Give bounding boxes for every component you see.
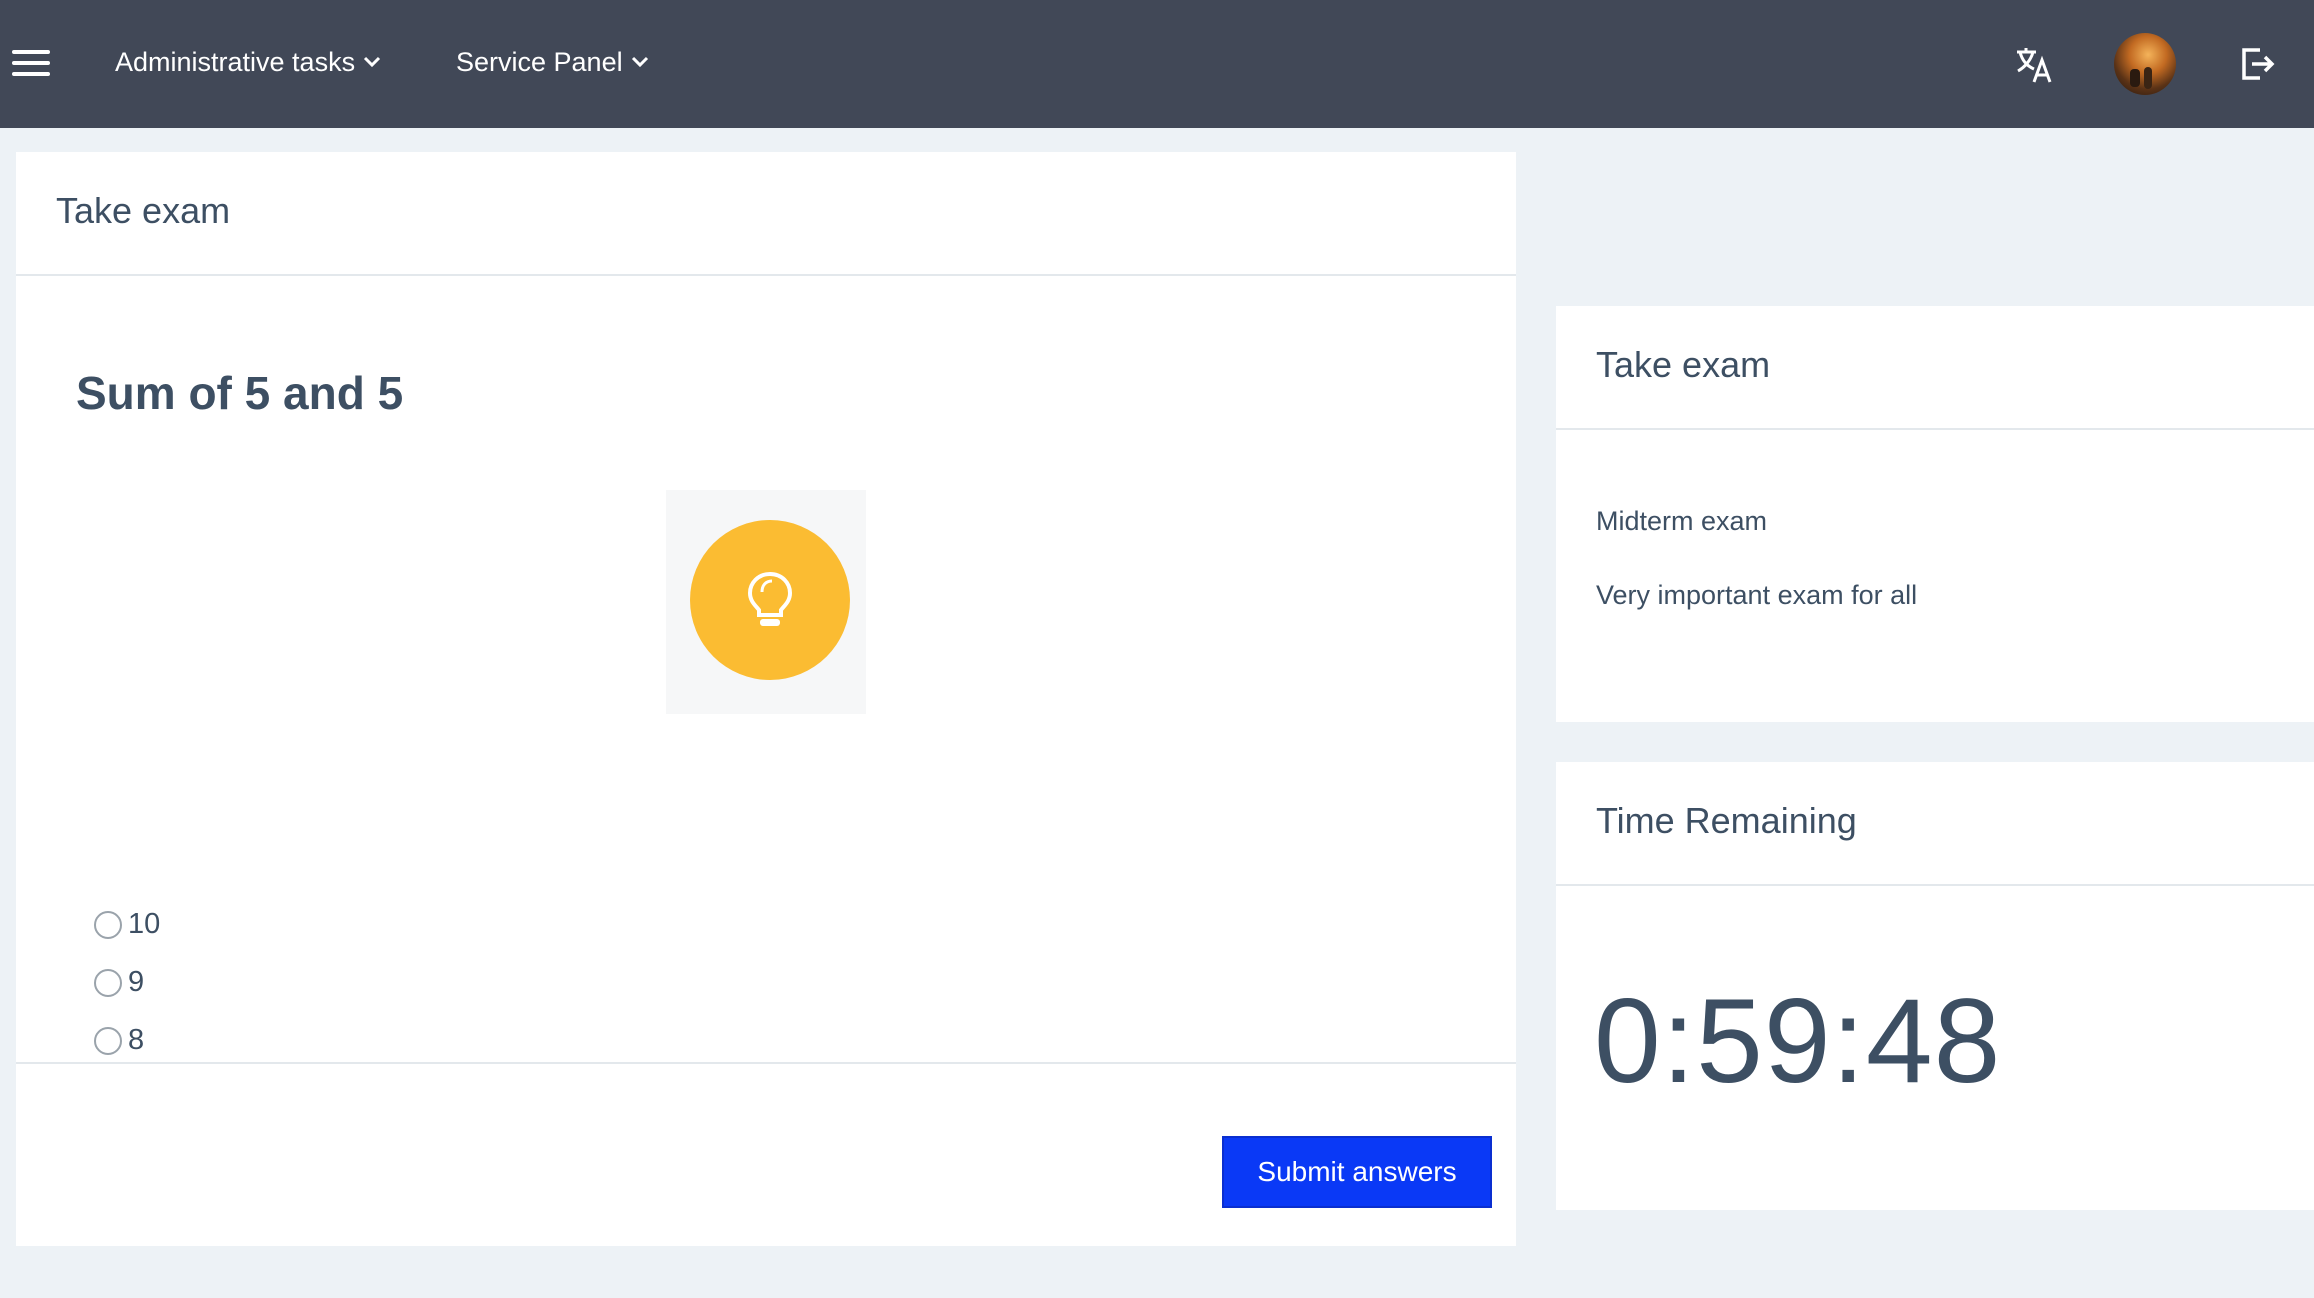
radio-button[interactable]: [94, 968, 122, 997]
card-header: Take exam: [1556, 306, 2314, 430]
translate-icon[interactable]: [2014, 44, 2054, 84]
hint-circle: [690, 520, 850, 680]
answer-option[interactable]: 10: [94, 908, 160, 941]
top-navbar: Administrative tasks Service Panel: [0, 0, 2314, 128]
answer-option[interactable]: 8: [94, 1024, 144, 1057]
exam-name: Midterm exam: [1596, 506, 1768, 536]
answer-option-label: 10: [128, 908, 161, 940]
answer-option[interactable]: 9: [94, 966, 144, 999]
submit-answers-button[interactable]: Submit answers: [1222, 1136, 1492, 1208]
hamburger-menu-icon[interactable]: [12, 50, 50, 76]
chevron-down-icon: [364, 56, 381, 68]
user-avatar[interactable]: [2114, 33, 2176, 95]
service-panel-label: Service Panel: [456, 46, 623, 77]
card-header: Take exam: [16, 152, 1516, 276]
administrative-tasks-menu[interactable]: Administrative tasks: [115, 44, 381, 80]
card-header: Time Remaining: [1556, 762, 2314, 886]
hint-button[interactable]: [666, 490, 866, 714]
page-title: Take exam: [56, 190, 231, 231]
exam-description: Very important exam for all: [1596, 580, 1918, 610]
administrative-tasks-label: Administrative tasks: [115, 46, 356, 77]
logout-icon[interactable]: [2238, 44, 2278, 84]
card-footer-divider: [16, 1062, 1516, 1064]
answer-option-label: 8: [128, 1024, 145, 1056]
answer-option-label: 9: [128, 966, 145, 998]
exam-question-card: Take exam Sum of 5 and 5 10 9 8 Submit a…: [16, 152, 1516, 1246]
chevron-down-icon: [631, 56, 648, 68]
time-remaining-title: Time Remaining: [1596, 800, 1857, 841]
radio-button[interactable]: [94, 910, 122, 939]
service-panel-menu[interactable]: Service Panel: [456, 44, 649, 80]
question-text: Sum of 5 and 5: [76, 367, 404, 419]
time-remaining-card: Time Remaining 0:59:48: [1556, 762, 2314, 1210]
lightbulb-icon: [747, 571, 793, 626]
exam-info-card: Take exam Midterm exam Very important ex…: [1556, 306, 2314, 722]
radio-button[interactable]: [94, 1026, 122, 1055]
exam-info-title: Take exam: [1596, 344, 1771, 385]
countdown-timer: 0:59:48: [1594, 974, 2002, 1108]
